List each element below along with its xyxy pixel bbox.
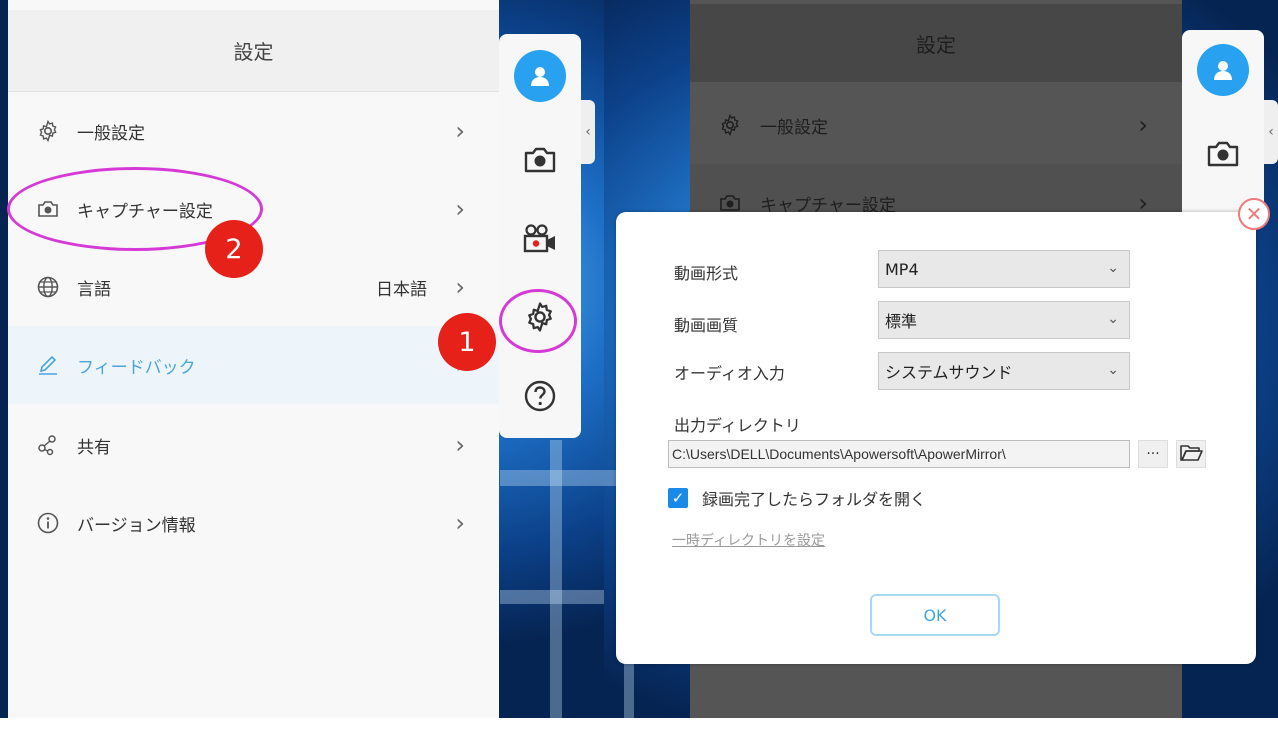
pencil-icon (35, 352, 61, 378)
settings-panel: 設定 一般設定 › キャプチャー設定 › 言語 日本語 › フィードバック › (8, 0, 499, 718)
video-quality-value: 標準 (885, 312, 918, 331)
chevron-right-icon: › (455, 117, 465, 145)
folder-icon (1179, 442, 1203, 466)
camera-icon (523, 145, 557, 179)
chevron-left-icon: ‹ (1268, 124, 1274, 140)
menu-item-label: 一般設定 (77, 123, 145, 144)
output-directory-field[interactable]: C:\Users\DELL\Documents\Apowersoft\Apowe… (668, 440, 1130, 468)
settings-header: 設定 (8, 10, 499, 92)
browse-directory-button[interactable]: ··· (1138, 440, 1168, 468)
video-format-select[interactable]: MP4 ⌄ (878, 250, 1130, 288)
menu-item-label: バージョン情報 (77, 515, 196, 536)
background-menu-item: 一般設定 › (690, 86, 1182, 164)
video-quality-select[interactable]: 標準 ⌄ (878, 301, 1130, 339)
audio-input-label: オーディオ入力 (674, 364, 785, 383)
close-icon: ✕ (1245, 202, 1263, 226)
open-folder-button[interactable] (1176, 440, 1206, 468)
temp-directory-link[interactable]: 一時ディレクトリを設定 (672, 530, 825, 550)
gear-icon (718, 113, 744, 137)
bottom-white-strip (0, 718, 1278, 730)
open-folder-checkbox-label: 録画完了したらフォルダを開く (702, 490, 927, 509)
chevron-down-icon: ⌄ (1107, 260, 1119, 276)
menu-item-version[interactable]: バージョン情報 › (8, 484, 499, 562)
side-toolbar-right (1182, 30, 1264, 220)
collapse-toolbar-button[interactable]: ‹ (581, 100, 595, 164)
account-button[interactable] (1182, 40, 1264, 100)
collapse-toolbar-button[interactable]: ‹ (1264, 100, 1278, 164)
window-light-beam (550, 440, 562, 718)
menu-item-share[interactable]: 共有 › (8, 406, 499, 484)
help-button[interactable] (499, 368, 581, 428)
chevron-left-icon: ‹ (585, 124, 591, 140)
video-camera-icon (522, 223, 558, 259)
chevron-right-icon: › (455, 273, 465, 301)
language-value: 日本語 (376, 279, 427, 300)
annotation-highlight-settings (499, 289, 577, 353)
menu-item-label: 共有 (77, 437, 111, 458)
menu-item-general[interactable]: 一般設定 › (8, 92, 499, 170)
user-avatar-icon (514, 50, 566, 102)
side-toolbar (499, 34, 581, 438)
chevron-right-icon: › (1138, 111, 1148, 139)
background-menu-label: 一般設定 (760, 117, 828, 138)
open-folder-checkbox[interactable]: ✓ (668, 488, 688, 508)
step-badge-2: 2 (205, 220, 263, 278)
menu-item-label: 言語 (77, 279, 111, 300)
user-avatar-icon (1197, 44, 1249, 96)
record-button[interactable] (499, 211, 581, 271)
chevron-down-icon: ⌄ (1107, 311, 1119, 327)
chevron-right-icon: › (455, 431, 465, 459)
background-settings-title: 設定 (690, 4, 1182, 82)
audio-input-select[interactable]: システムサウンド ⌄ (878, 352, 1130, 390)
share-icon (35, 432, 61, 458)
close-dialog-button[interactable]: ✕ (1238, 198, 1270, 230)
ok-button[interactable]: OK (870, 594, 1000, 636)
checkmark-icon: ✓ (671, 489, 685, 507)
menu-item-feedback[interactable]: フィードバック › (8, 326, 499, 404)
chevron-right-icon: › (455, 509, 465, 537)
chevron-right-icon: › (455, 195, 465, 223)
info-icon (35, 510, 61, 536)
account-button[interactable] (499, 46, 581, 106)
chevron-down-icon: ⌄ (1107, 362, 1119, 378)
globe-icon (35, 274, 61, 300)
video-format-label: 動画形式 (674, 264, 739, 283)
step-badge-1: 1 (438, 313, 496, 371)
gear-icon (35, 118, 61, 144)
screenshot-button[interactable] (499, 132, 581, 192)
output-directory-label: 出力ディレクトリ (674, 416, 801, 435)
video-format-value: MP4 (885, 259, 919, 279)
settings-title: 設定 (233, 40, 274, 64)
help-icon (523, 379, 557, 417)
audio-input-value: システムサウンド (885, 363, 1013, 382)
screenshot-button[interactable] (1182, 126, 1264, 186)
camera-icon (1206, 139, 1240, 173)
video-quality-label: 動画画質 (674, 316, 739, 335)
menu-item-label: フィードバック (77, 357, 196, 378)
capture-settings-dialog: 動画形式 MP4 ⌄ 動画画質 標準 ⌄ オーディオ入力 システムサウンド ⌄ … (616, 212, 1256, 664)
